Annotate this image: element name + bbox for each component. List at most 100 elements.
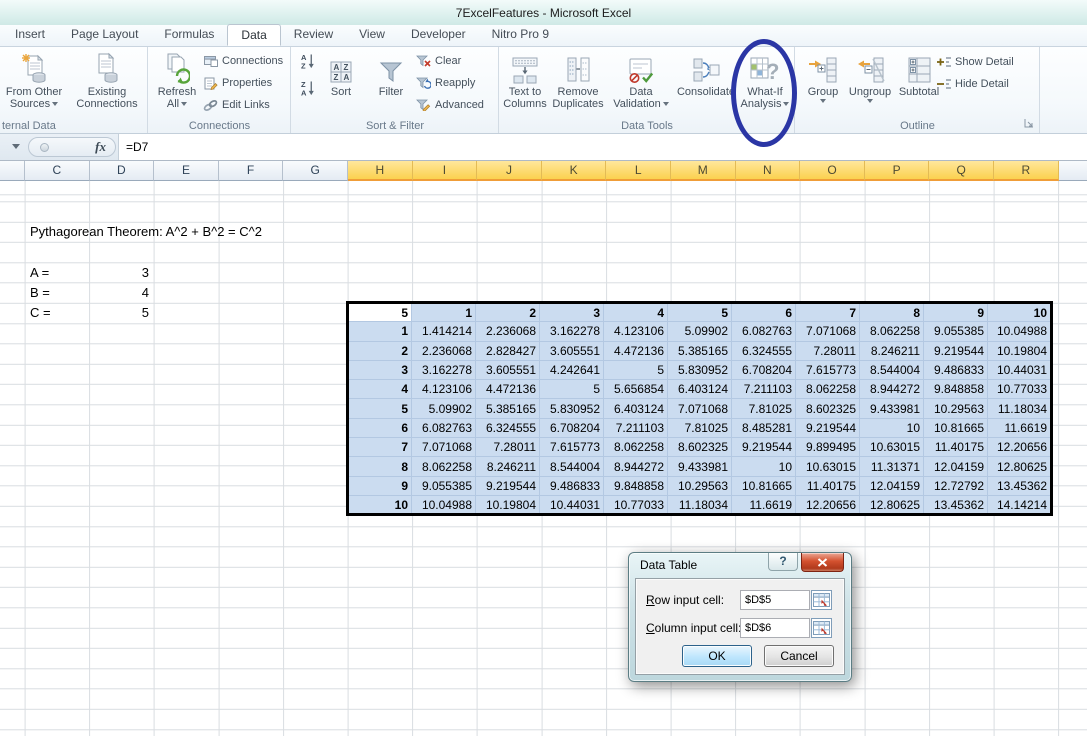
table-cell[interactable]: 4 [604,303,668,322]
table-cell[interactable]: 10.44031 [988,360,1052,379]
table-cell[interactable]: 12.72792 [924,476,988,495]
table-cell[interactable]: 8.944272 [604,457,668,476]
tab-data[interactable]: Data [227,24,280,46]
table-cell[interactable]: 10.77033 [988,380,1052,399]
table-cell[interactable]: 5.656854 [604,380,668,399]
dialog-close-button[interactable] [801,553,844,572]
column-header-L[interactable]: L [606,161,671,181]
table-cell[interactable]: 4.472136 [476,380,540,399]
table-cell[interactable]: 6 [348,418,412,437]
column-header-J[interactable]: J [477,161,542,181]
table-cell[interactable]: 11.31371 [860,457,924,476]
column-header-S[interactable]: S [1059,161,1087,181]
table-cell[interactable]: 9.219544 [476,476,540,495]
table-cell[interactable]: 6.324555 [732,341,796,360]
sort-button[interactable]: AZZA Sort [320,50,362,124]
reapply-filter-button[interactable]: Reapply [416,73,475,93]
advanced-filter-button[interactable]: Advanced [416,95,484,115]
table-cell[interactable]: 10.81665 [732,476,796,495]
table-cell[interactable]: 8.944272 [860,380,924,399]
table-cell[interactable]: 10.04988 [412,495,476,514]
table-cell[interactable]: 3.605551 [540,341,604,360]
table-cell[interactable]: 2 [476,303,540,322]
table-cell[interactable]: 14.14214 [988,495,1052,514]
table-cell[interactable]: 4.242641 [540,360,604,379]
table-cell[interactable]: 8.246211 [860,341,924,360]
refresh-all-button[interactable]: Refresh All [155,50,199,124]
window-titlebar[interactable]: 7ExcelFeatures - Microsoft Excel [0,0,1087,25]
table-cell[interactable]: 8.544004 [860,360,924,379]
table-cell[interactable]: 8 [348,457,412,476]
formula-options-button[interactable] [40,143,49,152]
table-cell[interactable]: 3.162278 [540,322,604,341]
consolidate-button[interactable]: Consolidate [676,50,736,124]
table-cell[interactable]: 10.44031 [540,495,604,514]
table-cell[interactable]: 5 [668,303,732,322]
table-cell[interactable]: 9.219544 [924,341,988,360]
column-input-range-picker[interactable] [811,618,832,638]
clear-filter-button[interactable]: Clear [416,51,461,71]
connections-button[interactable]: Connections [203,51,283,71]
column-header-H[interactable]: H [348,161,413,181]
dialog-title[interactable]: Data Table [640,558,697,572]
table-cell[interactable]: 8.062258 [604,438,668,457]
table-cell[interactable]: 1 [348,322,412,341]
table-cell[interactable]: 9.219544 [732,438,796,457]
table-cell[interactable]: 11.6619 [988,418,1052,437]
table-cell[interactable]: 10.63015 [796,457,860,476]
table-cell[interactable]: 1 [412,303,476,322]
table-cell[interactable]: 10 [348,495,412,514]
table-cell[interactable]: 9 [348,476,412,495]
table-cell[interactable]: 9.486833 [924,360,988,379]
dialog-help-button[interactable]: ? [768,553,798,571]
table-cell[interactable]: 9.219544 [796,418,860,437]
column-header-P[interactable]: P [865,161,930,181]
row-input-cell-field[interactable]: $D$5 [740,590,810,610]
table-cell[interactable]: 7.28011 [796,341,860,360]
table-cell[interactable]: 2 [348,341,412,360]
filter-button[interactable]: Filter [368,50,414,124]
table-cell[interactable]: 5.385165 [476,399,540,418]
table-cell[interactable]: 11.6619 [732,495,796,514]
table-cell[interactable]: 1.414214 [412,322,476,341]
group-button[interactable]: Group [802,50,844,124]
table-cell[interactable]: 5.09902 [668,322,732,341]
table-cell[interactable]: 8.485281 [732,418,796,437]
table-cell[interactable]: 5 [348,303,412,322]
from-other-sources-button[interactable]: From Other Sources [2,50,66,124]
hide-detail-button[interactable]: Hide Detail [936,74,1009,94]
properties-button[interactable]: Properties [203,73,272,93]
table-cell[interactable]: 12.80625 [860,495,924,514]
table-cell[interactable]: 7 [348,438,412,457]
table-cell[interactable]: 10.29563 [924,399,988,418]
table-cell[interactable]: 3 [540,303,604,322]
what-if-table[interactable]: 51234567891011.4142142.2360683.1622784.1… [346,301,1053,516]
table-cell[interactable]: 10 [732,457,796,476]
tab-nitro-pro-9[interactable]: Nitro Pro 9 [479,24,562,46]
table-cell[interactable]: 7.28011 [476,438,540,457]
column-header-I[interactable]: I [413,161,478,181]
table-cell[interactable]: 9.433981 [668,457,732,476]
table-cell[interactable]: 8.062258 [860,322,924,341]
table-cell[interactable]: 12.20656 [988,438,1052,457]
table-cell[interactable]: 7.81025 [732,399,796,418]
table-cell[interactable]: 8.246211 [476,457,540,476]
table-cell[interactable]: 8.602325 [668,438,732,457]
table-cell[interactable]: 2.828427 [476,341,540,360]
table-cell[interactable]: 10.04988 [988,322,1052,341]
table-cell[interactable]: 10.81665 [924,418,988,437]
table-cell[interactable]: 9.055385 [924,322,988,341]
column-header-M[interactable]: M [671,161,736,181]
column-header-Q[interactable]: Q [929,161,994,181]
existing-connections-button[interactable]: Existing Connections [70,50,144,124]
name-box-dropdown[interactable] [12,144,20,149]
table-cell[interactable]: 10 [860,418,924,437]
table-cell[interactable]: 11.40175 [924,438,988,457]
table-cell[interactable]: 2.236068 [476,322,540,341]
row-input-range-picker[interactable] [811,590,832,610]
table-cell[interactable]: 6.403124 [604,399,668,418]
data-validation-button[interactable]: Data Validation [611,50,671,124]
edit-links-button[interactable]: Edit Links [203,95,270,115]
show-detail-button[interactable]: Show Detail [936,52,1014,72]
table-cell[interactable]: 6.708204 [732,360,796,379]
